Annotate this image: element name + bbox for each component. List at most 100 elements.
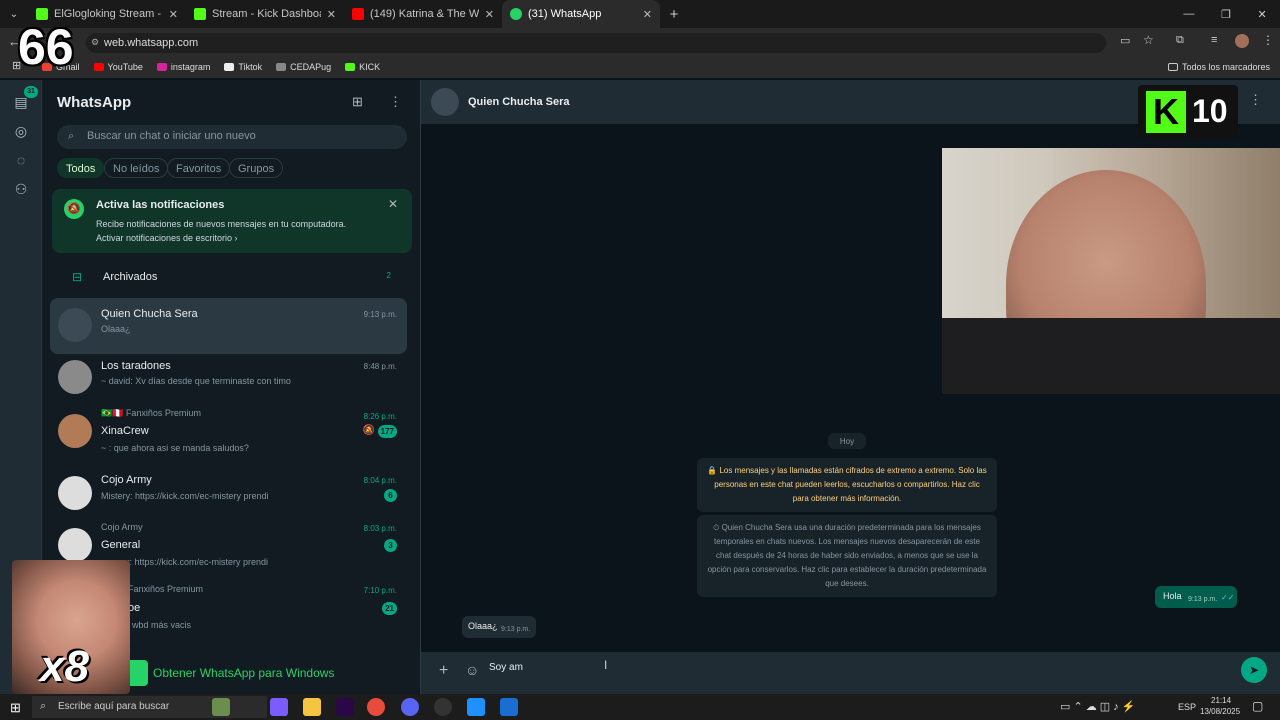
search-input[interactable]: Buscar un chat o iniciar uno nuevo [57,125,407,149]
message-in[interactable]: Olaaa¿ 9:13 p.m. [462,616,536,638]
extensions-icon[interactable]: ⧉ [1176,34,1184,47]
composer: + ☺ Soy am I ➤ [421,652,1280,694]
webcam-overlay [942,148,1280,394]
close-icon[interactable]: ✕ [327,8,336,21]
get-app-banner[interactable]: Obtener WhatsApp para Windows [120,660,410,686]
text-cursor-icon: I [604,658,608,672]
unread-badge: 177 [377,425,397,438]
close-icon[interactable]: ✕ [485,8,494,21]
chat-preview: Olaaa¿ [101,324,131,334]
language-indicator[interactable]: ESP [1178,702,1196,712]
avatar [58,476,92,510]
explorer-icon[interactable] [303,698,321,716]
premiere-icon[interactable] [336,698,354,716]
app-title: WhatsApp [57,94,132,111]
encryption-notice[interactable]: 🔒 Los mensajes y las llamadas están cifr… [697,458,997,512]
taskbar-search[interactable]: Escribe aquí para buscar [32,696,267,718]
url-text: web.whatsapp.com [104,37,199,49]
chat-item[interactable]: 🇧🇷🇵🇪 Fanxiños Premium XinaCrew ~ : que a… [50,404,407,464]
windows-start-icon[interactable]: ⊞ [10,700,21,716]
unread-badge: 21 [382,602,397,615]
game-icon[interactable] [212,698,230,716]
filter-unread[interactable]: No leídos [104,158,169,178]
muted-icon: 🔕 [362,425,375,436]
unread-badge: 6 [384,489,397,502]
new-chat-icon[interactable]: ⊞ [352,94,363,110]
close-icon[interactable]: ✕ [388,197,398,211]
kick-logo: K [1146,91,1186,133]
restore-icon[interactable]: ❐ [1221,8,1231,21]
bookmark-kick[interactable]: KICK [345,62,380,72]
channels-icon[interactable]: ◌ [12,152,30,170]
message-text: Hola [1163,591,1182,601]
cast-icon[interactable]: ▭ [1120,34,1130,47]
bookmark-tiktok[interactable]: Tiktok [224,62,262,72]
tab-kick-dashboard[interactable]: Stream - Kick Dashboard ✕ [186,0,344,28]
chat-item[interactable]: Cojo Army Mistery: https://kick.com/ec-m… [50,466,407,522]
menu-icon[interactable]: ⋮ [1249,92,1262,108]
tab-whatsapp[interactable]: (31) WhatsApp ✕ [502,0,660,28]
message-time: 9:13 p.m. [501,626,531,633]
search-placeholder: Buscar un chat o iniciar uno nuevo [87,130,256,142]
obs-icon[interactable] [434,698,452,716]
bookmark-instagram[interactable]: instagram [156,62,211,72]
vscode-icon[interactable] [467,698,485,716]
filter-all[interactable]: Todos [57,158,105,178]
bookmark-label: YouTube [107,62,143,72]
chat-time: 8:04 p.m. [363,476,397,485]
media-icon[interactable]: ≡ [1211,34,1217,46]
address-input[interactable]: web.whatsapp.com [86,33,1106,53]
chat-item[interactable]: Los taradones ~ david: Xv días desde que… [50,350,407,406]
discord-icon[interactable] [401,698,419,716]
bookmark-label: instagram [170,62,211,72]
minimize-icon[interactable]: — [1183,8,1194,21]
tab-youtube[interactable]: (149) Katrina & The Waves - W ✕ [344,0,502,28]
youtube-icon [352,8,364,20]
notification-banner[interactable]: 🔕 Activa las notificaciones Recibe notif… [52,189,412,253]
chat-preview: y: https://kick.com/ec-mistery prendi [125,557,269,567]
menu-icon[interactable]: ⋮ [389,94,402,110]
chat-name: General [101,539,141,551]
site-info-icon[interactable]: ⚙ [91,37,99,48]
notif-link[interactable]: Activar notificaciones de escritorio › [96,233,238,243]
filter-groups[interactable]: Grupos [229,158,284,178]
avatar[interactable] [1235,34,1249,48]
notifications-icon[interactable]: ▢ [1252,699,1263,713]
all-bookmarks[interactable]: Todos los marcadores [1167,62,1270,72]
disappearing-notice[interactable]: ⏲ Quien Chucha Sera usa una duración pre… [697,515,997,597]
message-input[interactable]: Soy am [489,662,523,673]
archived-row[interactable]: ⊟ Archivados 2 [52,266,407,290]
send-button[interactable]: ➤ [1241,657,1267,683]
overlay-counter: 66 [18,19,74,75]
menu-icon[interactable]: ⋮ [1262,33,1274,47]
attach-plus-icon[interactable]: + [439,662,448,680]
new-tab-button[interactable]: + [660,6,688,23]
taskbar-search-placeholder: Escribe aquí para buscar [58,701,170,712]
clock-date[interactable]: 13/08/2025 [1200,707,1240,716]
filter-favorites[interactable]: Favoritos [167,158,231,178]
close-window-icon[interactable]: ✕ [1257,8,1266,21]
bookmark-youtube[interactable]: YouTube [93,62,143,72]
close-icon[interactable]: ✕ [169,8,178,21]
message-out[interactable]: Hola 9:13 p.m. ✓✓ [1155,586,1237,608]
chrome-icon[interactable] [367,698,385,716]
communities-icon[interactable]: ⚇ [12,181,30,199]
combo-counter: x8 [40,642,89,691]
tab-strip: ⌄ ElGlogloking Stream - Watch Li✕ Stream… [0,0,1280,28]
copilot-icon[interactable] [270,698,288,716]
close-icon[interactable]: ✕ [643,8,652,21]
star-icon[interactable]: ☆ [1143,33,1154,47]
chat-contact-name: Quien Chucha Sera [468,96,570,108]
avatar [58,414,92,448]
bookmark-cedapug[interactable]: CEDAPug [276,62,331,72]
avatar [58,308,92,342]
search-icon: ⌕ [68,130,75,142]
status-icon[interactable]: ◎ [12,123,30,141]
tray-icons[interactable]: ▭ ⌃ ☁ ◫ ♪ ⚡ [1060,700,1135,713]
emoji-icon[interactable]: ☺ [465,662,479,678]
app-icon[interactable] [500,698,518,716]
chat-preview: ~ : que ahora asi se manda saludos? [101,443,249,453]
tab-title: (149) Katrina & The Waves - W [370,8,479,20]
chat-item[interactable]: Quien Chucha Sera Olaaa¿ 9:13 p.m. [50,298,407,354]
clock-time[interactable]: 21:14 [1211,696,1231,705]
